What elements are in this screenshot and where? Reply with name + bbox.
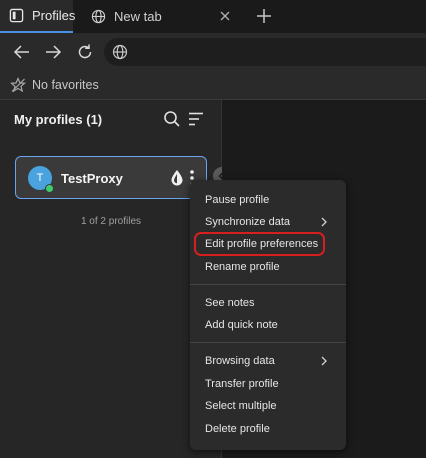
tab-label: New tab	[114, 9, 162, 24]
menu-divider	[190, 342, 346, 343]
profile-count: 1 of 2 profiles	[80, 216, 142, 227]
search-icon[interactable]	[163, 110, 181, 128]
new-tab-button[interactable]	[254, 6, 274, 26]
favorites-bar: No favorites	[0, 71, 426, 99]
globe-icon	[112, 44, 128, 60]
profile-card[interactable]: T TestProxy	[15, 156, 207, 199]
menu-item-rename-profile[interactable]: Rename profile	[205, 258, 280, 276]
profiles-icon	[9, 8, 24, 24]
profile-context-menu: Pause profile Synchronize data Edit prof…	[190, 180, 346, 450]
tab-label: Profiles	[32, 8, 76, 23]
menu-item-browsing-data[interactable]: Browsing data	[205, 352, 275, 370]
online-status-dot	[45, 184, 54, 193]
forward-button[interactable]	[43, 42, 63, 62]
globe-icon	[90, 9, 106, 25]
close-icon[interactable]	[218, 9, 232, 23]
back-button[interactable]	[12, 42, 32, 62]
menu-item-edit-profile-preferences[interactable]: Edit profile preferences	[205, 235, 318, 253]
tab-profiles[interactable]: Profiles	[0, 0, 76, 33]
tab-bar: Profiles New tab	[0, 0, 426, 33]
chevron-right-icon	[320, 217, 328, 227]
menu-item-select-multiple[interactable]: Select multiple	[205, 397, 277, 415]
menu-item-pause-profile[interactable]: Pause profile	[205, 191, 269, 209]
profile-name: TestProxy	[61, 171, 123, 186]
favorites-label: No favorites	[32, 78, 99, 92]
profiles-sidebar: My profiles (1) T TestProxy 1 of 2 profi…	[0, 99, 231, 458]
drop-icon	[170, 169, 184, 186]
chevron-right-icon	[320, 356, 328, 366]
reload-button[interactable]	[75, 42, 95, 62]
no-favorites-icon	[9, 77, 27, 93]
address-bar[interactable]	[104, 38, 426, 66]
menu-item-synchronize-data[interactable]: Synchronize data	[205, 213, 290, 231]
menu-item-see-notes[interactable]: See notes	[205, 294, 255, 312]
menu-item-delete-profile[interactable]: Delete profile	[205, 420, 270, 438]
menu-divider	[190, 284, 346, 285]
sidebar-title: My profiles (1)	[14, 112, 103, 127]
sort-icon[interactable]	[187, 110, 205, 128]
tab-new-tab[interactable]: New tab	[80, 0, 245, 33]
menu-item-add-quick-note[interactable]: Add quick note	[205, 316, 278, 334]
menu-item-transfer-profile[interactable]: Transfer profile	[205, 375, 279, 393]
navigation-toolbar	[0, 33, 426, 71]
